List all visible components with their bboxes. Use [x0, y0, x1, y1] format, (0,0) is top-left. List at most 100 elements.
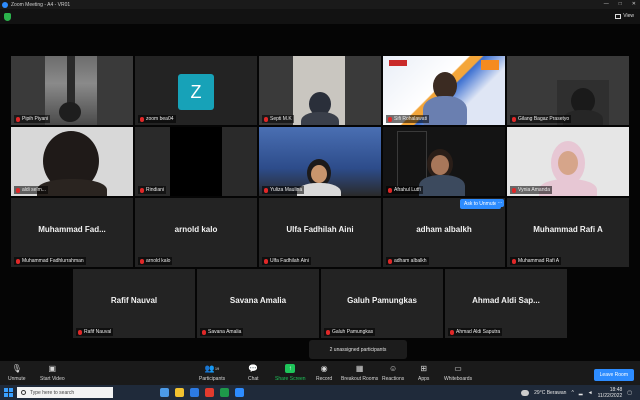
- participant-display-name: Rafif Nauval: [110, 296, 158, 305]
- participant-tile[interactable]: aldi selm...: [11, 127, 133, 196]
- participant-display-name: Muhammad Rafi A: [533, 225, 603, 234]
- ask-to-unmute-button[interactable]: Ask to Unmute: [460, 199, 501, 209]
- network-icon[interactable]: ▂: [579, 390, 583, 396]
- participant-name: arnold kalo: [146, 258, 171, 264]
- leave-room-button[interactable]: Leave Room: [593, 369, 634, 381]
- search-placeholder: Type here to search: [30, 389, 75, 396]
- apps-icon: ⊞: [420, 364, 428, 373]
- muted-mic-icon: [388, 258, 392, 264]
- chevron-up-icon[interactable]: ^: [571, 390, 573, 396]
- share-screen-icon: ↑: [285, 364, 296, 373]
- chat-label: Chat: [248, 376, 259, 382]
- apps-label: Apps: [418, 376, 430, 382]
- participant-tile[interactable]: Vynia Amanda: [507, 127, 629, 196]
- muted-mic-icon: [512, 258, 516, 264]
- participant-tile[interactable]: Gilang Bagaz Prasetyo: [507, 56, 629, 125]
- windows-start-icon[interactable]: [4, 388, 13, 397]
- taskbar-search-input[interactable]: Type here to search: [17, 387, 113, 398]
- chrome-icon[interactable]: [205, 388, 214, 397]
- video-feed: [170, 127, 222, 196]
- whiteboards-button[interactable]: ▭ Whiteboards: [444, 364, 472, 382]
- participant-tile[interactable]: Ahmad Aldi Sap... Ahmad Aldi Saputra: [445, 269, 567, 338]
- participant-tile[interactable]: arnold kalo arnold kalo: [135, 198, 257, 267]
- zoom-taskbar-icon[interactable]: [235, 388, 244, 397]
- view-button[interactable]: View: [615, 13, 634, 19]
- participant-name: Ulfa Fadhilah Aini: [270, 258, 309, 264]
- participant-name-tag: Sifi Rohalawati: [386, 115, 430, 123]
- grid-icon: [615, 13, 622, 19]
- task-view-icon[interactable]: [160, 388, 169, 397]
- video-feed: [45, 56, 97, 125]
- word-icon[interactable]: [190, 388, 199, 397]
- weather-text[interactable]: 29°C Berawan: [534, 390, 566, 396]
- participant-name-tag: Gilang Bagaz Prasetyo: [510, 115, 572, 123]
- participant-name: Gilang Bagaz Prasetyo: [518, 116, 570, 122]
- participants-button[interactable]: 👥 19 Participants: [199, 364, 225, 382]
- participant-tile[interactable]: Muhammad Rafi A Muhammad Rafi A: [507, 198, 629, 267]
- breakout-rooms-button[interactable]: ▦ Breakout Rooms: [341, 364, 378, 382]
- meeting-toolbar: 🎙 Unmute ▣ Start Video 👥 19 Participants 💬 Ch…: [0, 361, 640, 385]
- zoom-meeting-window: Zoom Meeting - A4 - VR01 — □ ✕ View Pipi…: [0, 0, 640, 400]
- participant-name-tag: Ahmad Aldi Saputra: [448, 328, 503, 336]
- breakout-rooms-icon: ▦: [355, 364, 364, 373]
- participant-tile[interactable]: Afrahul Lutfi: [383, 127, 505, 196]
- more-options-button[interactable]: ...: [496, 199, 504, 207]
- share-screen-label: Share Screen: [275, 376, 306, 382]
- participant-tile[interactable]: Galuh Pamungkas Galuh Pamungkas: [321, 269, 443, 338]
- start-video-button[interactable]: ▣ Start Video: [40, 364, 65, 382]
- participant-name-tag: aldi selm...: [14, 186, 48, 194]
- security-shield-icon[interactable]: [4, 13, 11, 21]
- participant-name-tag: Savana Amalia: [200, 328, 244, 336]
- participant-name-tag: Ulfa Fadhilah Aini: [262, 257, 311, 265]
- participant-name-tag: Vynia Amanda: [510, 186, 553, 194]
- muted-mic-icon: [16, 116, 20, 122]
- chat-button[interactable]: 💬 Chat: [248, 364, 259, 382]
- close-button[interactable]: ✕: [632, 1, 636, 7]
- zoom-logo-icon: [2, 1, 8, 8]
- windows-taskbar: Type here to search 29°C Berawan ^ ▂ ◄ 1…: [0, 385, 640, 400]
- participants-count: 19: [214, 366, 220, 371]
- unmute-button[interactable]: 🎙 Unmute: [8, 364, 26, 382]
- unassigned-participants-notice[interactable]: 2 unassigned participants: [309, 340, 407, 359]
- participant-tile[interactable]: Muhammad Fad... Muhammad Fadhlurrahman: [11, 198, 133, 267]
- apps-button[interactable]: ⊞ Apps: [418, 364, 429, 382]
- reactions-label: Reactions: [382, 376, 405, 382]
- participant-name: Muhammad Fadhlurrahman: [22, 258, 84, 264]
- participant-tile-active-speaker[interactable]: Sifi Rohalawati: [383, 56, 505, 125]
- participant-tile[interactable]: Septi M.K: [259, 56, 381, 125]
- participant-display-name: Ulfa Fadhilah Aini: [286, 225, 354, 234]
- participant-tile[interactable]: Rafif Nauval Rafif Nauval: [73, 269, 195, 338]
- participant-tile[interactable]: Ulfa Fadhilah Aini Ulfa Fadhilah Aini: [259, 198, 381, 267]
- title-bar: Zoom Meeting - A4 - VR01 — □ ✕: [0, 0, 640, 9]
- avatar: Z: [178, 74, 214, 110]
- participant-tile[interactable]: Yuliza Maulina: [259, 127, 381, 196]
- notifications-icon[interactable]: ▢: [627, 390, 632, 396]
- volume-icon[interactable]: ◄: [588, 390, 593, 396]
- maximize-button[interactable]: □: [619, 1, 622, 7]
- participant-tile[interactable]: Rindiani: [135, 127, 257, 196]
- share-screen-button[interactable]: ↑ Share Screen: [275, 364, 306, 382]
- clock[interactable]: 18:48 11/22/2022: [598, 387, 623, 399]
- muted-mic-icon: [264, 116, 268, 122]
- participant-name: Septi M.K: [270, 116, 292, 122]
- participant-tile[interactable]: Z zoom bea04: [135, 56, 257, 125]
- chat-icon: 💬: [248, 364, 259, 373]
- participant-name: Savana Amalia: [208, 329, 242, 335]
- reactions-button[interactable]: ☺ Reactions: [382, 364, 404, 382]
- minimize-button[interactable]: —: [604, 1, 609, 7]
- muted-mic-icon: [16, 258, 20, 264]
- muted-mic-icon: [388, 116, 392, 122]
- participant-display-name: arnold kalo: [174, 225, 218, 234]
- participant-name: zoom bea04: [146, 116, 174, 122]
- participant-name: Ahmad Aldi Saputra: [456, 329, 501, 335]
- record-button[interactable]: ◉ Record: [316, 364, 332, 382]
- participant-name: Muhammad Rafi A: [518, 258, 560, 264]
- participant-name-tag: Muhammad Fadhlurrahman: [14, 257, 86, 265]
- participant-tile[interactable]: Pipih Piyani: [11, 56, 133, 125]
- participants-label: Participants: [199, 376, 226, 382]
- excel-icon[interactable]: [220, 388, 229, 397]
- unmute-label: Unmute: [8, 376, 26, 382]
- participant-tile[interactable]: Savana Amalia Savana Amalia: [197, 269, 319, 338]
- file-explorer-icon[interactable]: [175, 388, 184, 397]
- record-label: Record: [316, 376, 333, 382]
